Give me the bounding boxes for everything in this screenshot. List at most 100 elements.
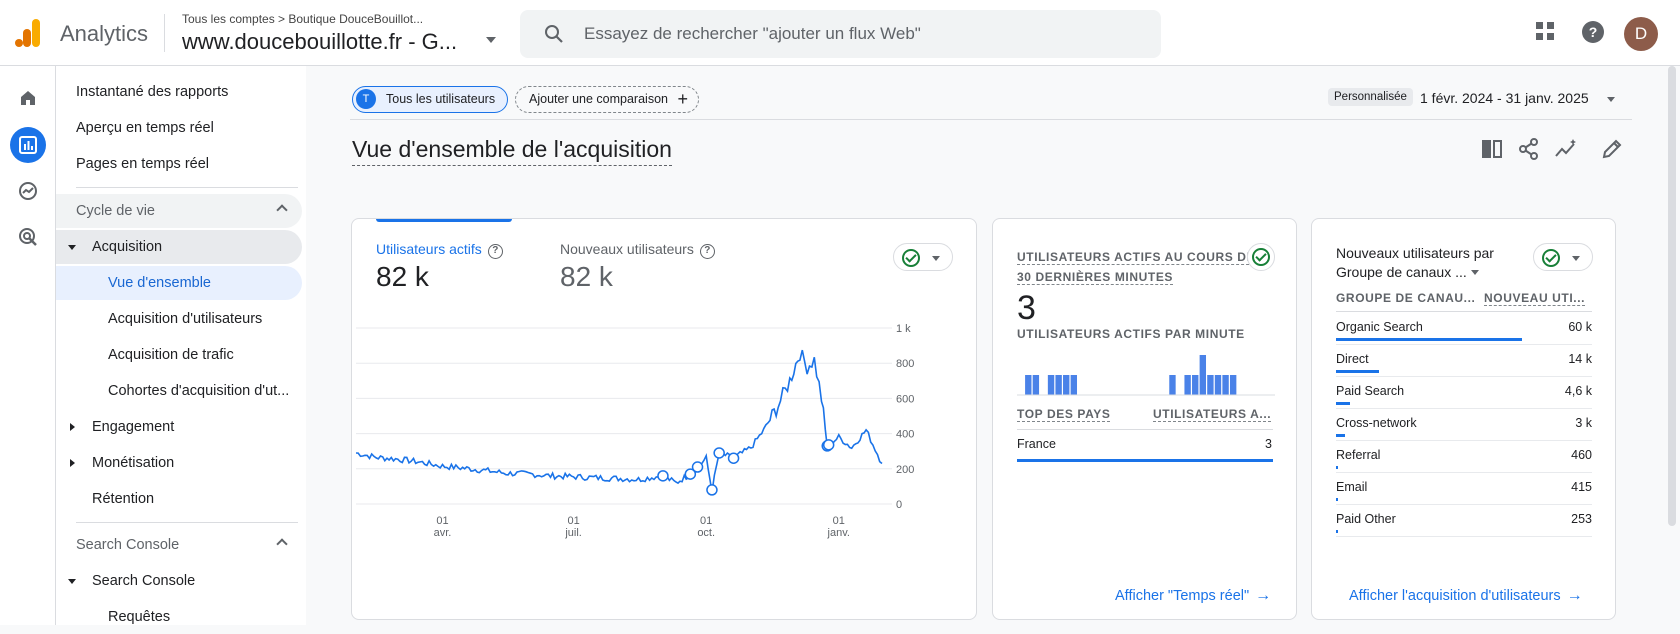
table-row[interactable]: Cross-network 3 k <box>1336 409 1592 441</box>
segment-initial: T <box>356 89 376 109</box>
nav-item-snapshot[interactable]: Instantané des rapports <box>56 75 302 109</box>
reports-button[interactable] <box>10 127 46 163</box>
table-row[interactable]: Direct 14 k <box>1336 345 1592 377</box>
tab-label: Nouveaux utilisateurs <box>560 241 694 257</box>
nav-item-user-acquisition[interactable]: Acquisition d'utilisateurs <box>56 302 302 336</box>
apps-grid-icon[interactable] <box>1534 20 1556 42</box>
nav-item-retention[interactable]: Rétention <box>56 482 302 516</box>
nav-section-lifecycle[interactable]: Cycle de vie <box>56 194 302 228</box>
insights-icon[interactable] <box>1554 138 1578 160</box>
table-row[interactable]: Paid Search 4,6 k <box>1336 377 1592 409</box>
channel-value: 415 <box>1571 480 1592 494</box>
chart-options-button[interactable] <box>893 243 953 271</box>
reports-icon <box>19 136 37 154</box>
nav-item-traffic-acquisition[interactable]: Acquisition de trafic <box>56 338 302 372</box>
search-input[interactable]: Essayez de rechercher "ajouter un flux W… <box>584 24 921 44</box>
view-user-acquisition-link[interactable]: Afficher l'acquisition d'utilisateurs → <box>1349 587 1583 605</box>
help-icon[interactable]: ? <box>699 244 715 259</box>
breadcrumb[interactable]: Tous les comptes > Boutique DouceBouillo… <box>182 12 423 26</box>
table-row[interactable]: Organic Search 60 k <box>1336 313 1592 345</box>
help-icon[interactable]: ? <box>1581 20 1605 44</box>
property-selector[interactable]: www.doucebouillotte.fr - G... <box>182 29 457 55</box>
channel-options-button[interactable] <box>1533 243 1593 271</box>
table-row[interactable]: Paid Other 253 <box>1336 505 1592 537</box>
chevron-down-icon[interactable] <box>486 37 496 43</box>
search-bar[interactable]: Essayez de rechercher "ajouter un flux W… <box>520 10 1161 58</box>
help-icon[interactable]: ? <box>487 244 503 259</box>
minute-bar <box>1222 375 1229 395</box>
nav-section-search-console[interactable]: Search Console <box>56 528 302 562</box>
channel-name: Paid Other <box>1336 512 1396 526</box>
page-scrollbar[interactable] <box>1668 66 1676 526</box>
selected-tab-indicator <box>376 219 512 222</box>
annotation-marker <box>822 439 835 451</box>
link-label: Afficher l'acquisition d'utilisateurs <box>1349 588 1561 604</box>
per-minute-label: UTILISATEURS ACTIFS PAR MINUTE <box>1017 327 1245 341</box>
x-tick-month: juil. <box>564 527 582 539</box>
tab-new-users[interactable]: Nouveaux utilisateurs? <box>560 241 715 259</box>
minute-bar <box>1063 375 1070 395</box>
nav-item-monetization[interactable]: Monétisation <box>56 446 302 480</box>
channel-share-bar <box>1336 338 1522 341</box>
nav-item-acquisition-cohorts[interactable]: Cohortes d'acquisition d'ut... <box>56 374 302 408</box>
search-icon <box>545 25 563 43</box>
nav-item-acquisition[interactable]: Acquisition <box>56 230 302 264</box>
caret-down-icon <box>68 245 76 250</box>
chevron-down-icon[interactable] <box>1607 97 1615 102</box>
channel-name: Direct <box>1336 352 1369 366</box>
channel-card-title[interactable]: Nouveaux utilisateurs par Groupe de cana… <box>1336 244 1494 282</box>
svg-text:?: ? <box>1589 24 1598 40</box>
add-comparison-label: Ajouter une comparaison <box>529 92 668 106</box>
nav-item-realtime-overview[interactable]: Aperçu en temps réel <box>56 111 302 145</box>
col-country: TOP DES PAYS <box>1017 407 1111 422</box>
explore-button[interactable] <box>10 173 46 209</box>
users-line-chart: 1 k800600400200001avr.01juil.01oct.01jan… <box>355 323 914 539</box>
minute-bar <box>1169 375 1176 395</box>
realtime-users-value: 3 <box>1017 289 1036 327</box>
nav-item-search-console[interactable]: Search Console <box>56 564 302 598</box>
advertising-button[interactable] <box>10 219 46 255</box>
channel-value: 4,6 k <box>1564 384 1592 398</box>
users-chart-card: Utilisateurs actifs? 82 k Nouveaux utili… <box>351 218 977 620</box>
nav-divider <box>76 522 298 523</box>
nav-item-realtime-pages[interactable]: Pages en temps réel <box>56 147 302 181</box>
app-title: Analytics <box>60 21 149 46</box>
country-name: France <box>1017 437 1056 451</box>
compare-columns-icon[interactable] <box>1481 138 1503 160</box>
check-circle-icon <box>1252 248 1270 266</box>
divider <box>164 14 165 52</box>
edit-icon[interactable] <box>1601 138 1623 160</box>
view-realtime-link[interactable]: Afficher "Temps réel" → <box>1115 587 1271 605</box>
share-icon[interactable] <box>1518 138 1540 160</box>
minute-bar <box>1047 375 1055 395</box>
data-quality-button[interactable] <box>1247 243 1275 271</box>
left-rail <box>0 66 56 625</box>
nav-item-acquisition-overview[interactable]: Vue d'ensemble <box>56 266 302 300</box>
table-row[interactable]: Email 415 <box>1336 473 1592 505</box>
minute-bar <box>1055 375 1062 395</box>
new-users-column-header[interactable]: NOUVEAU UTI... <box>1484 291 1586 306</box>
plus-icon: + <box>677 89 688 109</box>
channel-share-bar <box>1336 434 1346 437</box>
segment-chip[interactable]: T Tous les utilisateurs <box>352 86 509 113</box>
realtime-card: UTILISATEURS ACTIFS AU COURS DES 30 DERN… <box>992 218 1297 620</box>
chevron-up-icon <box>276 204 288 216</box>
add-comparison-button[interactable]: Ajouter une comparaison + <box>515 86 699 113</box>
table-row[interactable]: Referral 460 <box>1336 441 1592 473</box>
minute-bar <box>1192 375 1199 395</box>
minute-bar <box>1207 375 1214 395</box>
minute-bar <box>1032 375 1040 395</box>
nav-item-queries[interactable]: Requêtes <box>56 600 302 634</box>
home-button[interactable] <box>10 80 46 116</box>
channel-card: Nouveaux utilisateurs par Groupe de cana… <box>1311 218 1616 620</box>
nav-item-engagement[interactable]: Engagement <box>56 410 302 444</box>
avatar[interactable]: D <box>1624 17 1658 51</box>
realtime-title-line2: 30 DERNIÈRES MINUTES <box>1017 270 1174 285</box>
annotation-marker <box>713 447 725 459</box>
realtime-card-title[interactable]: UTILISATEURS ACTIFS AU COURS DES 30 DERN… <box>1017 247 1264 287</box>
nav-section-label: Search Console <box>76 537 180 553</box>
tab-active-users[interactable]: Utilisateurs actifs? <box>376 241 503 259</box>
new-users-value: 82 k <box>560 261 613 292</box>
analytics-logo-icon[interactable] <box>14 18 42 48</box>
date-range-picker[interactable]: 1 févr. 2024 - 31 janv. 2025 <box>1420 90 1589 106</box>
